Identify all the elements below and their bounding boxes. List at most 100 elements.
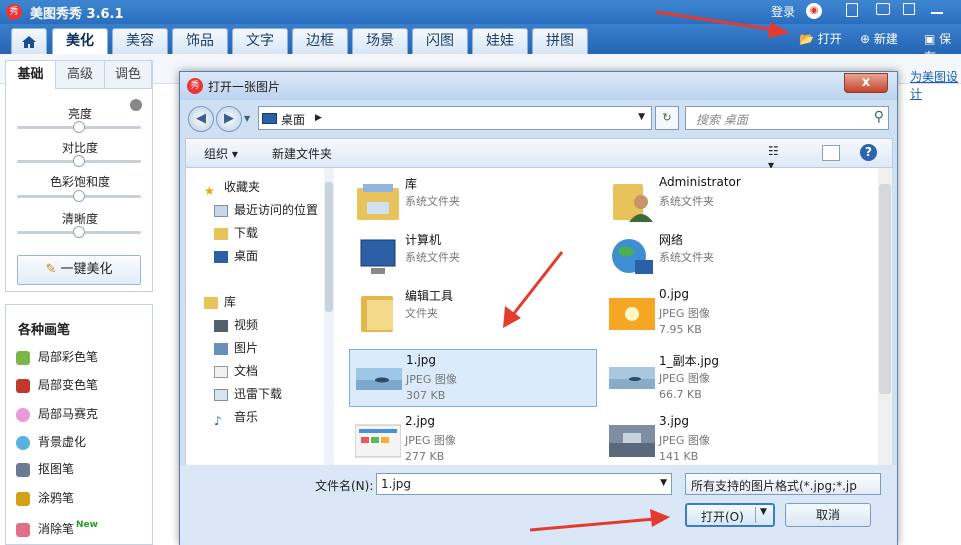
tab-beauty[interactable]: 美容 (112, 28, 168, 54)
nav-documents[interactable]: 文档 (214, 362, 258, 380)
tab-beautify[interactable]: 美化 (52, 28, 108, 54)
file-item[interactable]: 0.jpg JPEG 图像 7.95 KB (603, 284, 851, 342)
slider-knob[interactable] (73, 155, 85, 167)
user-folder-icon (609, 180, 655, 222)
slider-knob[interactable] (73, 121, 85, 133)
message-icon[interactable] (876, 3, 890, 15)
desktop-icon (262, 113, 277, 124)
main-tab-bar: 美化 美容 饰品 文字 边框 场景 闪图 娃娃 拼图 📂 打开 ⊕ 新建 ▣ 保… (0, 24, 961, 64)
file-item[interactable]: 3.jpg JPEG 图像 141 KB (603, 411, 851, 465)
search-icon[interactable]: ⚲ (874, 109, 884, 125)
sharpness-slider[interactable] (17, 226, 141, 238)
dialog-cancel-button[interactable]: 取消 (785, 503, 871, 527)
tab-border[interactable]: 边框 (292, 28, 348, 54)
help-icon[interactable]: ? (860, 144, 877, 161)
login-link[interactable]: 登录 (771, 3, 795, 20)
brush-cutout[interactable]: 抠图笔 (16, 459, 74, 479)
home-tab[interactable] (11, 28, 47, 54)
nav-recent[interactable]: 最近访问的位置 (214, 201, 318, 219)
nav-library[interactable]: 库 (204, 293, 236, 311)
brush-label: 涂鸦笔 (38, 491, 75, 505)
breadcrumb-arrow-icon[interactable]: ▶ (315, 113, 322, 123)
file-item[interactable]: Administrator 系统文件夹 (603, 172, 851, 230)
image-thumbnail (609, 292, 655, 334)
file-item[interactable]: 编辑工具 文件夹 (349, 284, 597, 342)
file-item[interactable]: 网络 系统文件夹 (603, 228, 851, 286)
tab-flash[interactable]: 闪图 (412, 28, 468, 54)
file-name: Administrator (659, 175, 741, 189)
weibo-icon[interactable]: ◉ (806, 3, 822, 19)
filetype-select[interactable]: 所有支持的图片格式(*.jpg;*.jp (685, 473, 881, 495)
address-dropdown-icon[interactable]: ▼ (638, 112, 645, 122)
history-dropdown-icon[interactable]: ▼ (244, 114, 250, 123)
view-options-icon[interactable]: ☷ ▾ (768, 144, 786, 172)
brush-doodle[interactable]: 涂鸦笔 (16, 488, 74, 508)
file-type: JPEG 图像 (405, 434, 456, 447)
file-type: JPEG 图像 (659, 434, 710, 447)
refresh-button[interactable]: ↻ (655, 106, 679, 130)
nav-music[interactable]: ♪ 音乐 (214, 408, 258, 428)
nav-thunder[interactable]: 迅雷下载 (214, 385, 282, 403)
tab-basic[interactable]: 基础 (6, 61, 56, 89)
image-thumbnail (354, 419, 402, 461)
tab-collage[interactable]: 拼图 (532, 28, 588, 54)
slider-knob[interactable] (73, 190, 85, 202)
contrast-slider[interactable] (17, 155, 141, 167)
close-button[interactable]: x (844, 73, 888, 93)
file-list-scroll-thumb[interactable] (879, 184, 891, 394)
tab-color[interactable]: 调色 (105, 61, 152, 89)
nav-scrollbar[interactable] (324, 168, 334, 465)
dialog-open-button[interactable]: 打开(O) ▼ (685, 503, 775, 527)
app-title: 美图秀秀 3.6.1 (30, 7, 124, 22)
brush-blur[interactable]: 背景虚化 (16, 432, 86, 452)
open-split-dropdown-icon[interactable]: ▼ (755, 507, 767, 523)
tab-accessories[interactable]: 饰品 (172, 28, 228, 54)
brush-mosaic[interactable]: 局部马赛克 (16, 404, 98, 424)
file-name: 2.jpg (405, 414, 436, 428)
minimize-icon[interactable] (931, 12, 943, 14)
tab-text[interactable]: 文字 (232, 28, 288, 54)
file-type: JPEG 图像 (406, 373, 457, 386)
file-item[interactable]: 库 系统文件夹 (349, 172, 597, 230)
menu-icon[interactable] (903, 3, 915, 15)
nav-scroll-thumb[interactable] (325, 182, 333, 312)
saturation-slider[interactable] (17, 190, 141, 202)
brightness-slider[interactable] (17, 121, 141, 133)
back-button[interactable]: ◀ (188, 106, 214, 132)
nav-label: 收藏夹 (224, 180, 261, 194)
nav-downloads[interactable]: 下载 (214, 224, 258, 242)
new-button[interactable]: ⊕ 新建 (860, 30, 898, 48)
open-button[interactable]: 📂 打开 (799, 30, 842, 48)
document-icon[interactable] (846, 3, 858, 17)
nav-desktop[interactable]: 桌面 (214, 247, 258, 265)
file-item-selected[interactable]: 1.jpg JPEG 图像 307 KB (349, 349, 597, 407)
nav-favorites[interactable]: ★ 收藏夹 (204, 178, 261, 198)
tab-advanced[interactable]: 高级 (56, 61, 105, 89)
dialog-nav-bar: ◀ ▶ ▼ 桌面 ▶ ▼ ↻ 搜索 桌面 ⚲ (180, 100, 897, 136)
filename-dropdown-icon[interactable]: ▼ (660, 478, 667, 488)
file-list-scrollbar[interactable] (878, 168, 892, 465)
organize-button[interactable]: 组织 ▾ (204, 145, 238, 162)
brush-change-color[interactable]: 局部变色笔 (16, 375, 98, 395)
brush-color[interactable]: 局部彩色笔 (16, 347, 98, 367)
forward-button[interactable]: ▶ (216, 106, 242, 132)
slider-knob[interactable] (73, 226, 85, 238)
new-folder-button[interactable]: 新建文件夹 (272, 145, 332, 162)
library-folder-icon (355, 180, 401, 222)
search-input[interactable]: 搜索 桌面 ⚲ (685, 106, 889, 130)
address-bar[interactable]: 桌面 ▶ ▼ (258, 106, 652, 130)
file-item[interactable]: 计算机 系统文件夹 (349, 228, 597, 286)
star-icon: ★ (204, 183, 215, 198)
preview-pane-icon[interactable] (822, 145, 840, 161)
tab-scene[interactable]: 场景 (352, 28, 408, 54)
filename-input[interactable]: 1.jpg ▼ (376, 473, 672, 495)
tab-doll[interactable]: 娃娃 (472, 28, 528, 54)
design-link[interactable]: 为美图设计 (910, 68, 961, 102)
download-icon (214, 227, 228, 240)
brush-eraser[interactable]: 消除笔 New (16, 519, 98, 539)
file-item[interactable]: 1_副本.jpg JPEG 图像 66.7 KB (603, 349, 851, 407)
nav-pictures[interactable]: 图片 (214, 339, 258, 357)
one-key-beautify-button[interactable]: ✎ 一键美化 (17, 255, 141, 285)
nav-videos[interactable]: 视频 (214, 316, 258, 334)
file-item[interactable]: 2.jpg JPEG 图像 277 KB (349, 411, 597, 465)
